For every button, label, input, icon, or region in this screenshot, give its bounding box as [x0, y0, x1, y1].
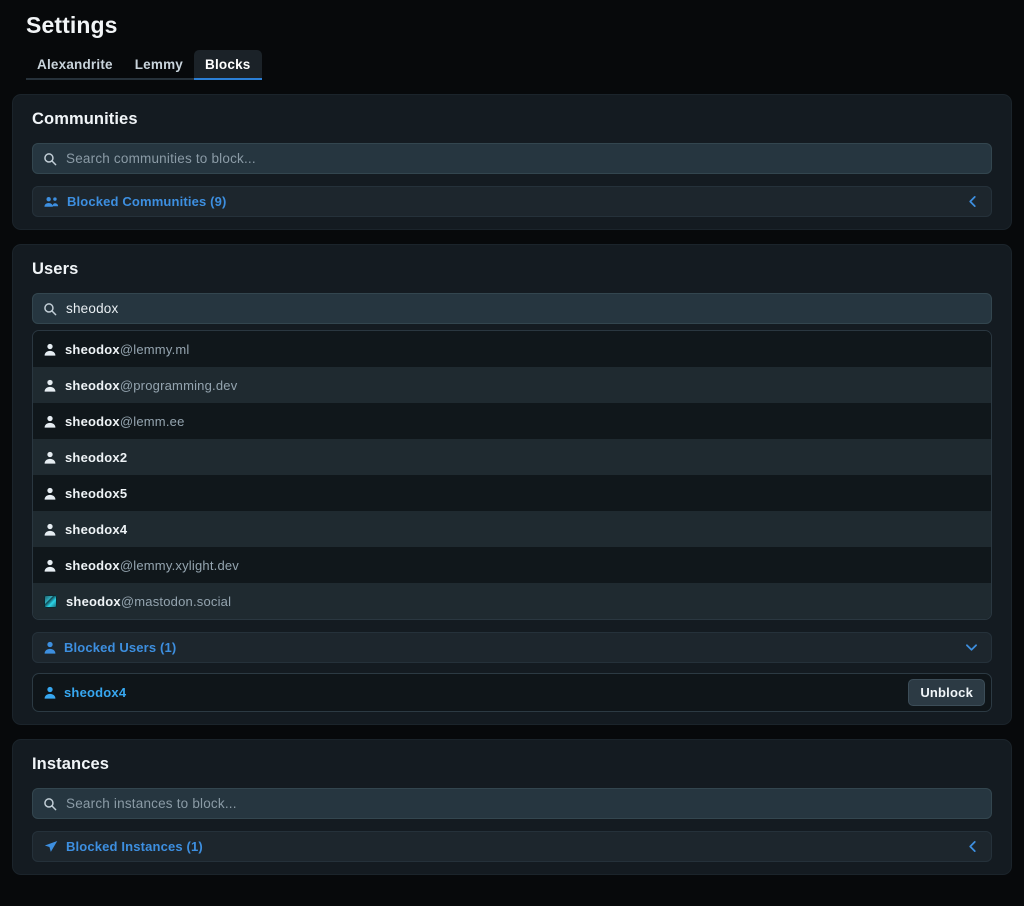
person-icon — [44, 343, 56, 356]
list-item[interactable]: sheodox2 — [33, 439, 991, 475]
avatar — [44, 594, 57, 608]
blocked-instances-toggle[interactable]: Blocked Instances (1) — [32, 831, 992, 862]
chevron-down-icon[interactable] — [965, 642, 978, 653]
list-item-label: sheodox2 — [65, 449, 128, 465]
users-group-icon — [44, 195, 59, 209]
blocked-user-row: sheodox4 Unblock — [32, 673, 992, 712]
share-nodes-icon — [44, 840, 58, 853]
blocked-users-label-wrap: Blocked Users (1) — [44, 640, 176, 655]
person-icon — [44, 686, 56, 699]
person-icon — [44, 641, 56, 654]
list-item[interactable]: sheodox@lemmy.ml — [33, 331, 991, 367]
communities-search-wrap: Search communities to block... — [32, 143, 992, 174]
person-icon — [44, 379, 56, 392]
list-item-label: sheodox4 — [65, 521, 128, 537]
list-item-label: sheodox@lemmy.xylight.dev — [65, 557, 239, 573]
tab-lemmy[interactable]: Lemmy — [124, 50, 194, 78]
tab-alexandrite[interactable]: Alexandrite — [26, 50, 124, 78]
communities-title: Communities — [32, 110, 138, 128]
search-icon — [43, 797, 57, 811]
chevron-left-icon[interactable] — [967, 195, 978, 208]
list-item-label: sheodox@lemmy.ml — [65, 341, 190, 357]
settings-tabbar: Alexandrite Lemmy Blocks — [26, 50, 262, 80]
blocked-instances-label-wrap: Blocked Instances (1) — [44, 839, 203, 854]
list-item[interactable]: sheodox4 — [33, 511, 991, 547]
instances-search-placeholder: Search instances to block... — [66, 796, 237, 811]
users-card: Users sheodox sheodox@lemmy.ml sheodox@p… — [12, 244, 1012, 725]
blocked-users-label: Blocked Users (1) — [64, 640, 177, 655]
person-icon — [44, 415, 56, 428]
instances-search-wrap: Search instances to block... — [32, 788, 992, 819]
unblock-button[interactable]: Unblock — [908, 679, 985, 706]
tab-blocks[interactable]: Blocks — [194, 50, 262, 80]
chevron-left-icon[interactable] — [967, 840, 978, 853]
blocked-users-list: sheodox4 Unblock — [32, 673, 992, 712]
list-item-label: sheodox5 — [65, 485, 128, 501]
list-item[interactable]: sheodox@programming.dev — [33, 367, 991, 403]
communities-search-input[interactable]: Search communities to block... — [32, 143, 992, 174]
list-item[interactable]: sheodox@lemm.ee — [33, 403, 991, 439]
list-item-label: sheodox@lemm.ee — [65, 413, 185, 429]
communities-search-placeholder: Search communities to block... — [66, 151, 256, 166]
users-search-input[interactable]: sheodox — [32, 293, 992, 324]
list-item-label: sheodox@mastodon.social — [66, 593, 232, 609]
instances-search-input[interactable]: Search instances to block... — [32, 788, 992, 819]
search-icon — [43, 302, 57, 316]
list-item[interactable]: sheodox5 — [33, 475, 991, 511]
blocked-user-name-wrap[interactable]: sheodox4 — [44, 685, 126, 700]
person-icon — [44, 487, 56, 500]
blocked-communities-toggle[interactable]: Blocked Communities (9) — [32, 186, 992, 217]
blocked-communities-label-wrap: Blocked Communities (9) — [44, 194, 226, 209]
users-title: Users — [32, 260, 79, 278]
page-title: Settings — [26, 12, 118, 38]
list-item[interactable]: sheodox@lemmy.xylight.dev — [33, 547, 991, 583]
person-icon — [44, 523, 56, 536]
user-search-results: sheodox@lemmy.ml sheodox@programming.dev… — [32, 330, 992, 620]
instances-title: Instances — [32, 755, 110, 773]
list-item-label: sheodox@programming.dev — [65, 377, 238, 393]
list-item[interactable]: sheodox@mastodon.social — [33, 583, 991, 619]
communities-card: Communities Search communities to block.… — [12, 94, 1012, 230]
users-search-value: sheodox — [66, 301, 119, 316]
blocked-users-toggle[interactable]: Blocked Users (1) — [32, 632, 992, 663]
users-search-wrap: sheodox — [32, 293, 992, 324]
blocked-communities-label: Blocked Communities (9) — [67, 194, 227, 209]
instances-card: Instances Search instances to block... B… — [12, 739, 1012, 875]
person-icon — [44, 451, 56, 464]
blocked-user-name: sheodox4 — [64, 685, 127, 700]
person-icon — [44, 559, 56, 572]
blocked-instances-label: Blocked Instances (1) — [66, 839, 203, 854]
search-icon — [43, 152, 57, 166]
